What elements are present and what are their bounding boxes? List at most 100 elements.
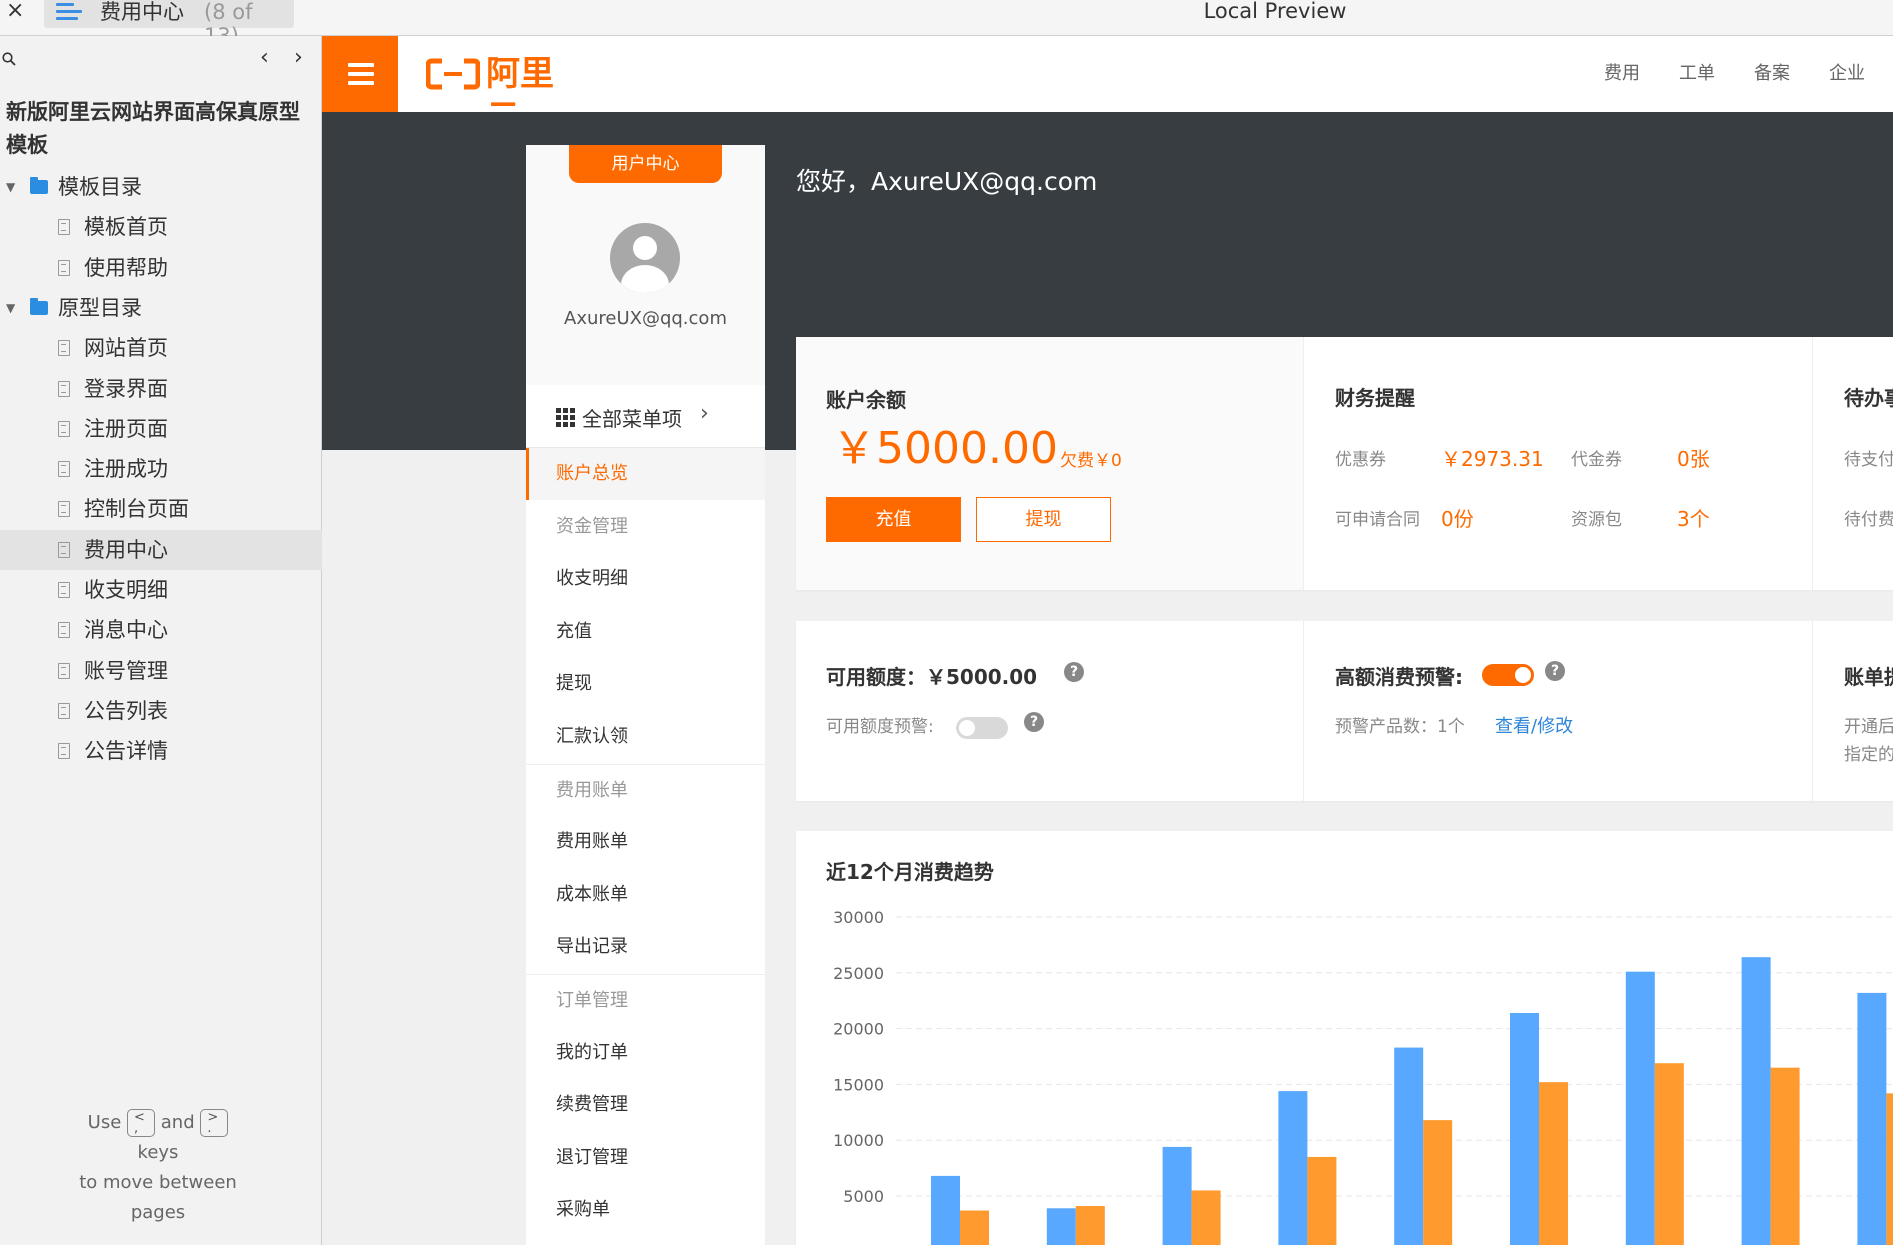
menu-item[interactable]: 续费管理: [526, 1079, 765, 1131]
sitemap-page[interactable]: 账号管理: [0, 651, 322, 691]
menu-item[interactable]: 退订管理: [526, 1132, 765, 1184]
bill-line-1: 开通后: [1844, 717, 1893, 737]
bar-series-2[interactable]: [1307, 1156, 1337, 1245]
close-icon[interactable]: ×: [6, 0, 24, 22]
folder-label: 模板目录: [58, 175, 142, 199]
greeting: 您好，AxureUX@qq.com: [796, 167, 1098, 196]
quota-panel: 可用额度：￥5000.00 ? 可用额度预警: ?: [796, 621, 1304, 801]
bar-series-1[interactable]: [1162, 1146, 1192, 1245]
page-label: 公告详情: [84, 739, 168, 764]
contract-value[interactable]: 0份: [1441, 503, 1474, 532]
next-page-icon[interactable]: ›: [294, 47, 303, 69]
voucher-value[interactable]: 0张: [1677, 443, 1710, 472]
sitemap-page[interactable]: 注册成功: [0, 449, 322, 489]
sitemap-page[interactable]: 收支明细: [0, 570, 322, 610]
y-tick-label: 25000: [833, 964, 884, 983]
bar-series-2[interactable]: [960, 1210, 989, 1245]
pending-pay-label[interactable]: 待支付: [1844, 445, 1893, 470]
hamburger-menu-icon[interactable]: [322, 36, 398, 112]
menu-item[interactable]: 收支明细: [526, 553, 765, 605]
sitemap-page[interactable]: 注册页面: [0, 409, 322, 449]
help-icon[interactable]: ?: [1024, 712, 1044, 732]
pending-renew-label[interactable]: 待付费: [1844, 505, 1893, 530]
page-icon: [58, 702, 70, 719]
bar-series-2[interactable]: [1654, 1063, 1684, 1245]
bar-series-1[interactable]: [1046, 1208, 1076, 1245]
bar-series-1[interactable]: [1625, 971, 1655, 1245]
user-email: AxureUX@qq.com: [564, 308, 727, 329]
page-label: 使用帮助: [84, 255, 168, 280]
quota-warning-toggle[interactable]: [956, 717, 1008, 739]
bar-series-2[interactable]: [1539, 1082, 1568, 1245]
menu-item[interactable]: 采购单: [526, 1184, 765, 1236]
folder-icon: [30, 177, 48, 194]
bar-series-2[interactable]: [1423, 1120, 1453, 1245]
menu-group-label: 资金管理: [556, 515, 628, 537]
bar-series-1[interactable]: [1278, 1091, 1308, 1245]
view-edit-link[interactable]: 查看/修改: [1495, 712, 1573, 738]
avatar[interactable]: [610, 223, 680, 293]
sitemap-page[interactable]: 消息中心: [0, 610, 322, 650]
sitemap-page[interactable]: 控制台页面: [0, 489, 322, 529]
package-label: 资源包: [1571, 510, 1622, 530]
menu-item[interactable]: 充值: [526, 606, 765, 658]
sitemap-page[interactable]: 模板首页: [0, 207, 322, 247]
menu-item[interactable]: 我的订单: [526, 1027, 765, 1079]
recharge-button[interactable]: 充值: [826, 497, 961, 542]
sitemap-page[interactable]: 使用帮助: [0, 248, 322, 288]
menu-item[interactable]: 费用账单: [526, 816, 765, 868]
menu-item[interactable]: 成本账单: [526, 869, 765, 921]
aliyun-logo-icon: [426, 58, 480, 90]
page-tab[interactable]: 费用中心 (8 of 13): [44, 0, 294, 48]
aliyun-logo[interactable]: 阿里云: [426, 52, 586, 138]
page-label: 注册成功: [84, 457, 168, 482]
sitemap-page[interactable]: 登录界面: [0, 369, 322, 409]
high-spend-toggle[interactable]: [1482, 664, 1534, 686]
bill-panel: 账单提 开通后 指定的: [1814, 621, 1893, 801]
page-icon: [58, 501, 70, 518]
bar-series-2[interactable]: [1770, 1067, 1800, 1245]
y-tick-label: 10000: [833, 1131, 884, 1150]
bar-series-1[interactable]: [1394, 1047, 1424, 1245]
coupon-value[interactable]: ￥2973.31: [1441, 443, 1544, 472]
sitemap-folder[interactable]: ▼ 模板目录: [0, 167, 322, 207]
user-center-badge: 用户中心: [569, 145, 722, 183]
bar-series-1[interactable]: [1857, 992, 1887, 1245]
sitemap-page[interactable]: 公告列表: [0, 691, 322, 731]
search-icon[interactable]: [2, 52, 16, 66]
menu-item[interactable]: 账户总览: [526, 448, 765, 500]
package-value[interactable]: 3个: [1677, 503, 1710, 532]
bill-title: 账单提: [1844, 665, 1893, 689]
hint-use: Use: [87, 1112, 122, 1133]
all-menu-button[interactable]: 全部菜单项 ›: [526, 385, 765, 448]
owed-amount: 欠费￥0: [1060, 451, 1122, 471]
sitemap-menu-icon[interactable]: [56, 3, 82, 23]
withdraw-button[interactable]: 提现: [976, 497, 1111, 542]
bar-series-2[interactable]: [1075, 1206, 1105, 1245]
bar-series-1[interactable]: [931, 1175, 960, 1245]
bar-series-2[interactable]: [1886, 1093, 1893, 1245]
nav-item-filing[interactable]: 备案: [1754, 62, 1790, 86]
prev-page-icon[interactable]: ‹: [260, 47, 269, 69]
menu-item[interactable]: 汇款认领: [526, 711, 765, 763]
sitemap-page[interactable]: 费用中心: [0, 529, 322, 570]
caret-down-icon[interactable]: ▼: [6, 288, 15, 328]
viewer-topbar: × 费用中心 (8 of 13) Local Preview: [0, 0, 1893, 48]
menu-item[interactable]: 导出记录: [526, 921, 765, 973]
nav-item-enterprise[interactable]: 企业: [1829, 62, 1865, 86]
pending-title: 待办事: [1844, 386, 1893, 410]
site-header: 阿里云 费用 工单 备案 企业: [322, 36, 1893, 138]
bar-series-1[interactable]: [1510, 1012, 1539, 1245]
page-icon: [58, 582, 70, 598]
help-icon[interactable]: ?: [1064, 662, 1084, 682]
nav-item-ticket[interactable]: 工单: [1679, 62, 1715, 86]
help-icon[interactable]: ?: [1545, 661, 1565, 681]
sitemap-page[interactable]: 网站首页: [0, 328, 322, 368]
bar-series-1[interactable]: [1741, 957, 1771, 1245]
sitemap-folder[interactable]: ▼ 原型目录: [0, 288, 322, 328]
bar-series-2[interactable]: [1191, 1190, 1221, 1245]
sitemap-page[interactable]: 公告详情: [0, 731, 322, 771]
menu-item[interactable]: 提现: [526, 658, 765, 710]
caret-down-icon[interactable]: ▼: [6, 167, 15, 207]
nav-item-fee[interactable]: 费用: [1604, 62, 1640, 86]
